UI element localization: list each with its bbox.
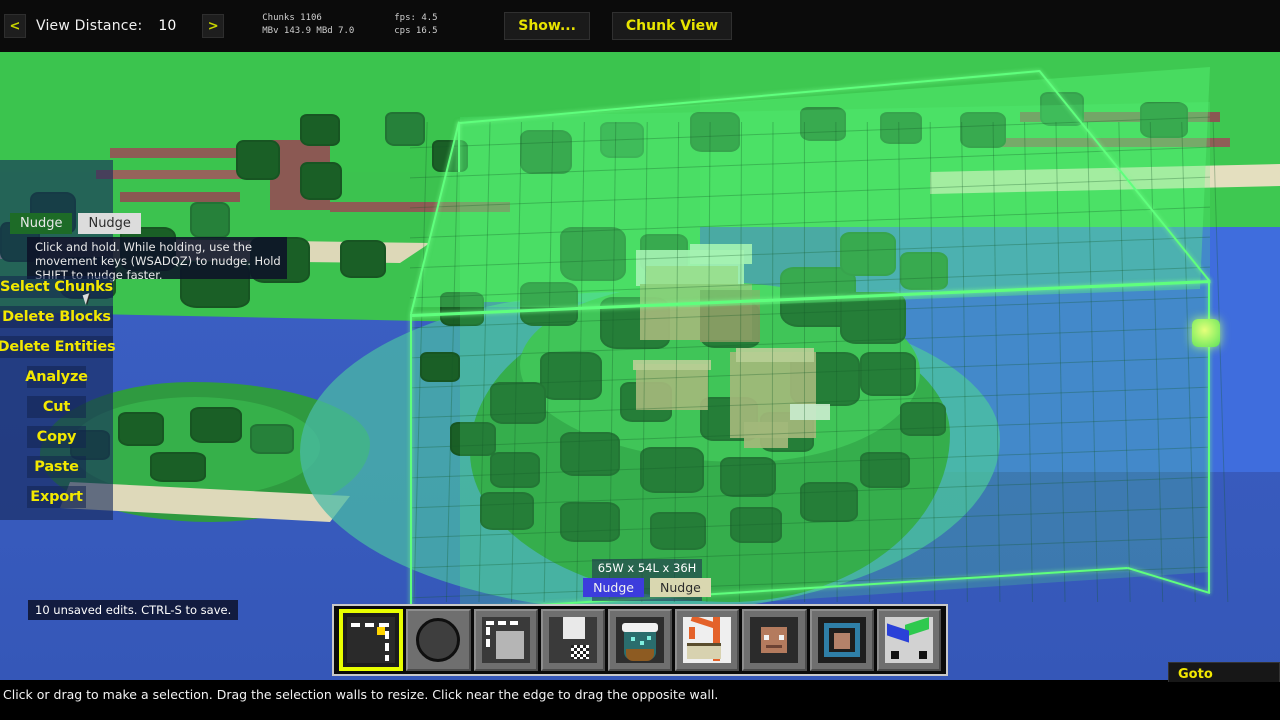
nudge-button-secondary[interactable]: Nudge — [78, 213, 141, 234]
select-chunks-button[interactable]: Select Chunks — [0, 276, 113, 298]
stat-cps: cps 16.5 — [394, 26, 438, 36]
chunk-view-button[interactable]: Chunk View — [611, 12, 733, 40]
status-bar: Click or drag to make a selection. Drag … — [0, 682, 1280, 720]
structure — [744, 422, 788, 448]
brush-icon — [416, 618, 461, 662]
selection-size-panel: 65W x 54L x 36H Nudge Nudge — [583, 559, 711, 601]
structure — [690, 244, 752, 264]
tool-slot-chunk[interactable] — [876, 609, 941, 671]
nudge-tooltip: Click and hold. While holding, use the m… — [27, 237, 287, 282]
fill-icon — [548, 617, 597, 663]
structure — [633, 360, 711, 370]
tool-slot-brush[interactable] — [406, 609, 471, 671]
chunk-control-icon — [884, 617, 933, 663]
delete-entities-button[interactable]: Delete Entities — [0, 336, 116, 358]
mcedit-window: < View Distance: 10 > Chunks 1106 fps: 4… — [0, 0, 1280, 720]
view-distance-value: 10 — [158, 18, 177, 34]
delete-blocks-button[interactable]: Delete Blocks — [0, 306, 113, 328]
selection-dimensions-label: 65W x 54L x 36H — [597, 561, 697, 575]
tool-slot-construction[interactable] — [675, 609, 740, 671]
structure — [736, 348, 814, 362]
performance-stats: Chunks 1106 fps: 4.5 MBv 143.9 MBd 7.0 c… — [262, 13, 482, 39]
tool-slot-filter[interactable] — [607, 609, 673, 671]
analyze-button[interactable]: Analyze — [25, 366, 88, 388]
selection-icon — [347, 617, 396, 663]
structure — [700, 290, 760, 342]
export-button[interactable]: Export — [27, 486, 86, 508]
tool-slot-selection[interactable] — [339, 609, 404, 671]
player-head-icon — [750, 617, 799, 663]
copy-button[interactable]: Copy — [27, 426, 86, 448]
structure — [636, 364, 708, 410]
selection-nudge-row: Nudge Nudge — [583, 578, 711, 597]
selection-nudge-secondary[interactable]: Nudge — [650, 578, 711, 597]
tool-slot-fill[interactable] — [540, 609, 605, 671]
spawn-point-icon — [817, 617, 866, 663]
stat-chunks: Chunks 1106 — [262, 13, 322, 23]
view-distance-increase-button[interactable]: > — [202, 14, 225, 38]
nudge-button-row: Nudge Nudge — [10, 213, 141, 234]
unsaved-edits-notice: 10 unsaved edits. CTRL-S to save. — [28, 600, 239, 620]
status-message: Click or drag to make a selection. Drag … — [3, 687, 719, 702]
clone-icon — [481, 617, 530, 663]
stat-fps: fps: 4.5 — [394, 13, 438, 23]
stat-memory: MBv 143.9 MBd 7.0 — [262, 26, 355, 36]
tool-hotbar — [332, 604, 948, 676]
paste-button[interactable]: Paste — [27, 456, 86, 478]
structure — [790, 404, 830, 420]
view-distance-label: View Distance: — [36, 18, 143, 34]
nudge-button-primary[interactable]: Nudge — [10, 213, 73, 234]
construction-icon — [683, 617, 732, 663]
filter-icon — [616, 617, 665, 663]
view-distance-decrease-button[interactable]: < — [4, 14, 26, 38]
show-button[interactable]: Show... — [504, 12, 590, 40]
cut-button[interactable]: Cut — [27, 396, 86, 418]
tool-slot-spawn[interactable] — [809, 609, 874, 671]
tool-slot-player[interactable] — [742, 609, 807, 671]
top-toolbar: < View Distance: 10 > Chunks 1106 fps: 4… — [0, 0, 1280, 52]
selection-nudge-primary[interactable]: Nudge — [583, 578, 644, 597]
tool-slot-clone[interactable] — [473, 609, 538, 671]
